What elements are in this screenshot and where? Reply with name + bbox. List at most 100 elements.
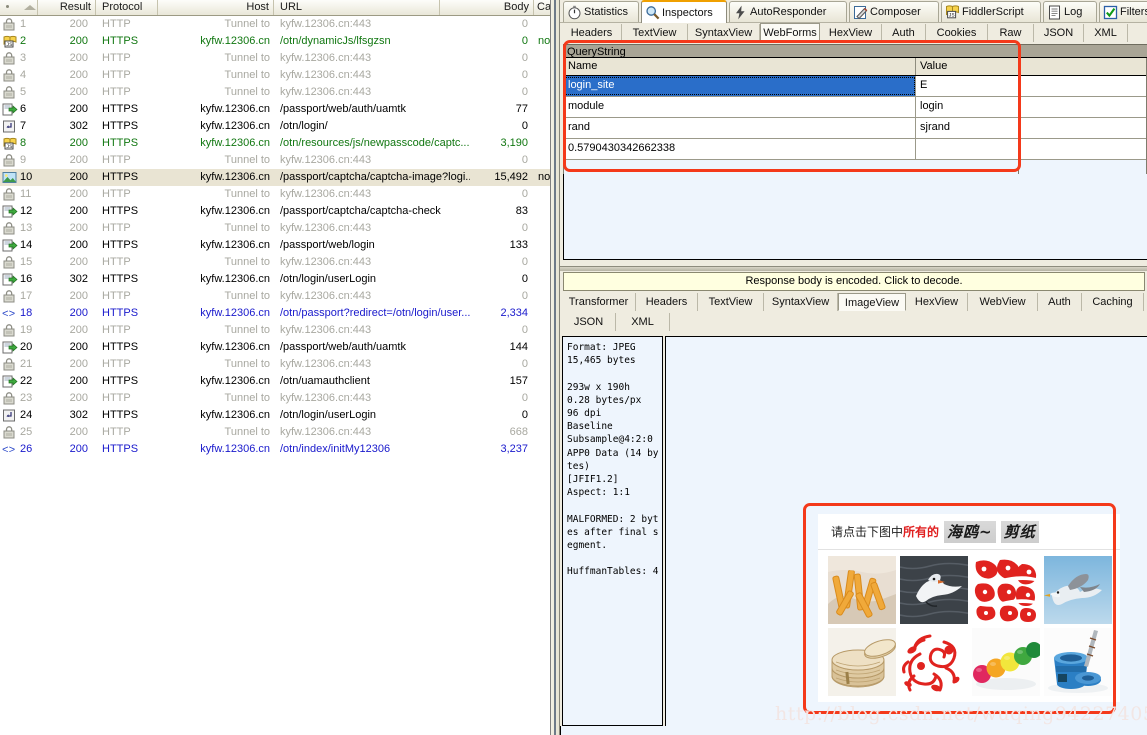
session-result: 200	[69, 239, 88, 251]
querystring-row[interactable]: module login	[564, 97, 1018, 118]
session-row[interactable]: 21 200 HTTP Tunnel to kyfw.12306.cn:443 0	[0, 356, 550, 373]
querystring-row[interactable]: login_site E	[564, 76, 1018, 97]
response-tab-auth[interactable]: Auth	[1038, 293, 1082, 311]
session-row[interactable]: 15 200 HTTP Tunnel to kyfw.12306.cn:443 0	[0, 254, 550, 271]
column-header-host[interactable]: Host	[158, 0, 274, 15]
session-caching	[536, 152, 550, 169]
main-tab-composer[interactable]: Composer	[849, 1, 939, 22]
session-host: kyfw.12306.cn	[200, 341, 270, 353]
captcha-tile-seagull-flying-sky[interactable]	[1044, 556, 1112, 624]
session-row[interactable]: 1 200 HTTP Tunnel to kyfw.12306.cn:443 0	[0, 16, 550, 33]
main-tab-strip[interactable]: Statistics Inspectors AutoResponder Compose…	[560, 0, 1147, 23]
querystring-row[interactable]: rand sjrand	[564, 118, 1018, 139]
request-tab-hexview[interactable]: HexView	[820, 24, 882, 42]
querystring-row[interactable]: 0.5790430342662338	[564, 139, 1018, 160]
querystring-grid[interactable]: QueryString Name Value login_site Emodule…	[563, 44, 1019, 177]
captcha-tile-grid[interactable]	[818, 550, 1120, 696]
session-icon-cell	[0, 356, 20, 373]
session-row[interactable]: 5 200 HTTP Tunnel to kyfw.12306.cn:443 0	[0, 84, 550, 101]
captcha-tile-seagull-on-water[interactable]	[900, 556, 968, 624]
captcha-tile-colored-yarn-balls[interactable]	[972, 628, 1040, 696]
response-tab-xml[interactable]: XML	[616, 313, 670, 331]
session-row[interactable]: 20 200 HTTPS kyfw.12306.cn/passport/web/aut…	[0, 339, 550, 356]
captcha-tile-bamboo-steamer[interactable]	[828, 628, 896, 696]
session-row[interactable]: 14 200 HTTPS kyfw.12306.cn/passport/web/log…	[0, 237, 550, 254]
request-tab-headers[interactable]: Headers	[562, 24, 622, 42]
session-row[interactable]: 11 200 HTTP Tunnel to kyfw.12306.cn:443 0	[0, 186, 550, 203]
response-tab-webview[interactable]: WebView	[968, 293, 1038, 311]
column-header-caching[interactable]: Ca	[534, 0, 550, 15]
response-tab-textview[interactable]: TextView	[698, 293, 764, 311]
session-row[interactable]: 7 302 HTTPS kyfw.12306.cn/otn/login/0	[0, 118, 550, 135]
request-tab-syntaxview[interactable]: SyntaxView	[688, 24, 760, 42]
querystring-table-header[interactable]: Name Value	[564, 58, 1018, 76]
main-tab-fiddlerscript[interactable]: JS FiddlerScript	[941, 1, 1041, 22]
main-tab-statistics[interactable]: Statistics	[563, 1, 639, 22]
main-tab-inspectors[interactable]: Inspectors	[641, 0, 727, 23]
response-tab-caching[interactable]: Caching	[1082, 293, 1144, 311]
column-header-body[interactable]: Body	[440, 0, 534, 15]
session-row[interactable]: <> 26 200 HTTPS kyfw.12306.cn/otn/index/init…	[0, 441, 550, 458]
response-tab-syntaxview[interactable]: SyntaxView	[764, 293, 838, 311]
request-tab-webforms[interactable]: WebForms	[760, 23, 820, 42]
session-row[interactable]: 10 200 HTTPS kyfw.12306.cn/passport/captcha…	[0, 169, 550, 186]
lock-icon	[2, 52, 18, 65]
column-header-icon[interactable]	[0, 0, 38, 15]
response-tab-transformer[interactable]: Transformer	[562, 293, 636, 311]
request-tab-auth[interactable]: Auth	[882, 24, 926, 42]
request-inspector-tabs[interactable]: Headers TextView SyntaxView WebForms HexView…	[560, 23, 1147, 43]
column-header-protocol[interactable]: Protocol	[96, 0, 158, 15]
session-row[interactable]: 9 200 HTTP Tunnel to kyfw.12306.cn:443 0	[0, 152, 550, 169]
response-tab-headers[interactable]: Headers	[636, 293, 698, 311]
captcha-tile-french-fries[interactable]	[828, 556, 896, 624]
session-row[interactable]: 3 200 HTTP Tunnel to kyfw.12306.cn:443 0	[0, 50, 550, 67]
arrow-right-icon	[2, 375, 18, 388]
response-inspector-tabs[interactable]: Transformer Headers TextView SyntaxView Imag…	[560, 292, 1147, 332]
session-list-header[interactable]: Result Protocol Host URL Body Ca	[0, 0, 550, 16]
column-header-result[interactable]: Result	[38, 0, 96, 15]
querystring-table[interactable]: Name Value login_site Emodule login rand sjr…	[563, 58, 1019, 177]
session-row[interactable]: 23 200 HTTP Tunnel to kyfw.12306.cn:443 0	[0, 390, 550, 407]
session-result: 200	[69, 443, 88, 455]
captcha-tile-red-papercut-swirl[interactable]	[900, 628, 968, 696]
session-row[interactable]: <> 18 200 HTTPS kyfw.12306.cn/otn/passport?r…	[0, 305, 550, 322]
captcha-widget[interactable]: 请点击下图中 所有的 海鸥~ 剪纸	[818, 514, 1120, 702]
session-row[interactable]: 16 302 HTTPS kyfw.12306.cn/otn/login/userLo…	[0, 271, 550, 288]
lock-icon	[2, 188, 18, 201]
request-tab-json[interactable]: JSON	[1034, 24, 1084, 42]
captcha-tile-blue-mop-bucket[interactable]	[1044, 628, 1112, 696]
main-tab-filters[interactable]: Filters	[1099, 1, 1147, 22]
request-tab-xml[interactable]: XML	[1084, 24, 1128, 42]
session-row[interactable]: 4 200 HTTP Tunnel to kyfw.12306.cn:443 0	[0, 67, 550, 84]
session-row[interactable]: 19 200 HTTP Tunnel to kyfw.12306.cn:443 0	[0, 322, 550, 339]
response-tab-imageview[interactable]: ImageView	[838, 293, 906, 311]
session-list-panel[interactable]: Result Protocol Host URL Body Ca 1 200 HTT…	[0, 0, 550, 735]
response-encoded-notice[interactable]: Response body is encoded. Click to decod…	[563, 272, 1145, 291]
response-tab-json[interactable]: JSON	[562, 313, 616, 331]
arrow-right-icon	[2, 273, 18, 286]
main-tab-autoresponder[interactable]: AutoResponder	[729, 1, 847, 22]
column-header-url[interactable]: URL	[276, 0, 440, 15]
session-row[interactable]: 6 200 HTTPS kyfw.12306.cn/passport/web/auth…	[0, 101, 550, 118]
session-row[interactable]: 17 200 HTTP Tunnel to kyfw.12306.cn:443 0	[0, 288, 550, 305]
session-caching	[536, 135, 550, 152]
session-result: 200	[69, 137, 88, 149]
horizontal-splitter[interactable]	[560, 266, 1147, 271]
request-tab-textview[interactable]: TextView	[622, 24, 688, 42]
session-row[interactable]: JS 2 200 HTTPS kyfw.12306.cn/otn/dynamicJs/l…	[0, 33, 550, 50]
session-row[interactable]: 12 200 HTTPS kyfw.12306.cn/passport/captcha…	[0, 203, 550, 220]
session-row[interactable]: 24 302 HTTPS kyfw.12306.cn/otn/login/userLo…	[0, 407, 550, 424]
request-tab-cookies[interactable]: Cookies	[926, 24, 988, 42]
captcha-tile-red-papercut-figures[interactable]	[972, 556, 1040, 624]
session-row[interactable]: 25 200 HTTP Tunnel to kyfw.12306.cn:443 668	[0, 424, 550, 441]
session-row[interactable]: JS 8 200 HTTPS kyfw.12306.cn/otn/resources/j…	[0, 135, 550, 152]
checkbox-icon	[1103, 5, 1118, 20]
response-tab-hexview[interactable]: HexView	[906, 293, 968, 311]
session-rows[interactable]: 1 200 HTTP Tunnel to kyfw.12306.cn:443 0 JS 2 20…	[0, 16, 550, 735]
log-icon	[1047, 5, 1062, 20]
vertical-splitter[interactable]	[550, 0, 560, 735]
session-row[interactable]: 13 200 HTTP Tunnel to kyfw.12306.cn:443 0	[0, 220, 550, 237]
main-tab-log[interactable]: Log	[1043, 1, 1097, 22]
session-row[interactable]: 22 200 HTTPS kyfw.12306.cn/otn/uamauthclien…	[0, 373, 550, 390]
request-tab-raw[interactable]: Raw	[988, 24, 1034, 42]
